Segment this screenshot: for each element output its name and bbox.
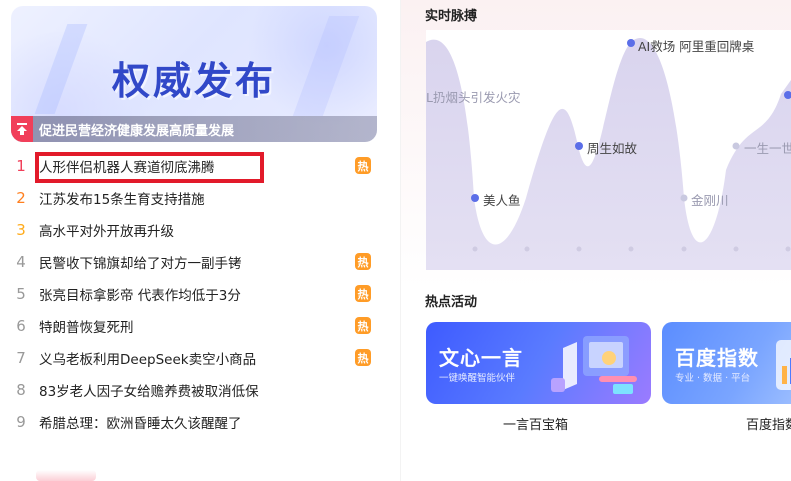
hot-list-item[interactable]: 2 江苏发布15条生育支持措施 xyxy=(10,182,374,214)
hot-item-title[interactable]: 民警收下锦旗却给了对方一副手铐 xyxy=(39,252,242,272)
hot-list-item[interactable]: 1 人形伴侣机器人赛道彻底沸腾 热 xyxy=(10,150,374,183)
hot-item-title[interactable]: 高水平对外开放再升级 xyxy=(39,220,174,240)
hot-list-item[interactable]: 5 张亮目标拿影帝 代表作均低于3分 热 xyxy=(10,278,374,310)
realtime-pulse-chart[interactable]: AI救场 阿里重回牌桌 L扔烟头引发火灾 周生如故 美人鱼 金刚川 一生一世 xyxy=(426,30,791,270)
event-card-baidu-index[interactable]: 百度指数 专业 · 数据 · 平台 xyxy=(662,322,791,404)
banner-title: 权威发布 xyxy=(111,59,276,103)
authority-release-banner[interactable]: 权威发布 促进民营经济健康发展高质量发展 xyxy=(11,6,377,142)
event-card-heading: 文心一言 xyxy=(439,346,523,370)
events-section-title: 热点活动 xyxy=(425,295,478,310)
hot-item-title[interactable]: 特朗普恢复死刑 xyxy=(39,316,134,336)
hot-badge: 热 xyxy=(355,349,371,366)
wenxin-illustration-icon xyxy=(551,336,637,394)
banner-caption-bar[interactable]: 促进民营经济健康发展高质量发展 xyxy=(11,116,377,142)
rank-number: 7 xyxy=(16,349,26,367)
rank-number: 5 xyxy=(16,285,26,303)
hot-search-panel: 权威发布 促进民营经济健康发展高质量发展 1 人形伴侣机器人赛道彻底沸腾 热 2… xyxy=(0,0,400,481)
rank-number: 8 xyxy=(16,381,26,399)
pulse-section-title: 实时脉搏 xyxy=(425,9,478,24)
hot-list-item[interactable]: 6 特朗普恢复死刑 热 xyxy=(10,310,374,342)
pulse-label[interactable]: 一生一世 xyxy=(744,138,791,157)
hot-item-title[interactable]: 83岁老人因子女给赡养费被取消低保 xyxy=(39,380,259,400)
rank-number: 3 xyxy=(16,221,26,239)
event-card-subtitle: 一键唤醒智能伙伴 xyxy=(439,373,516,384)
event-card-wenxin[interactable]: 文心一言 一键唤醒智能伙伴 xyxy=(426,322,651,404)
hot-item-title[interactable]: 希腊总理：欧洲昏睡太久该醒醒了 xyxy=(39,412,242,432)
rank-number: 6 xyxy=(16,317,26,335)
pulse-label[interactable]: L扔烟头引发火灾 xyxy=(426,87,520,106)
hot-list-item[interactable]: 4 民警收下锦旗却给了对方一副手铐 热 xyxy=(10,246,374,278)
pulse-label[interactable]: 美人鱼 xyxy=(483,190,521,209)
pulse-label[interactable]: 周生如故 xyxy=(587,138,637,157)
baidu-index-illustration-icon xyxy=(776,340,791,390)
event-caption[interactable]: 百度指数 xyxy=(746,414,791,433)
hot-badge: 热 xyxy=(355,253,371,270)
hot-list-item[interactable]: 3 高水平对外开放再升级 xyxy=(10,214,374,246)
pulse-label[interactable]: 金刚川 xyxy=(691,190,729,209)
rank-number: 4 xyxy=(16,253,26,271)
hot-badge: 热 xyxy=(355,157,371,174)
next-section-peek xyxy=(36,470,96,481)
hot-list: 1 人形伴侣机器人赛道彻底沸腾 热 2 江苏发布15条生育支持措施 3 高水平对… xyxy=(10,150,374,438)
hot-item-title[interactable]: 义乌老板利用DeepSeek卖空小商品 xyxy=(39,348,256,368)
hot-list-item[interactable]: 8 83岁老人因子女给赡养费被取消低保 xyxy=(10,374,374,406)
banner-caption: 促进民营经济健康发展高质量发展 xyxy=(39,123,235,139)
hot-item-title[interactable]: 人形伴侣机器人赛道彻底沸腾 xyxy=(39,156,215,176)
hot-item-title[interactable]: 江苏发布15条生育支持措施 xyxy=(39,188,205,208)
event-card-subtitle: 专业 · 数据 · 平台 xyxy=(675,373,751,384)
hot-list-item[interactable]: 7 义乌老板利用DeepSeek卖空小商品 热 xyxy=(10,342,374,374)
pulse-label[interactable]: AI救场 阿里重回牌桌 xyxy=(638,36,754,55)
discovery-panel: 实时脉搏 AI救场 阿里重回牌桌 L扔烟头引发火灾 周生如故 美人鱼 金刚川 一… xyxy=(401,0,791,481)
rank-number: 9 xyxy=(16,413,26,431)
event-caption[interactable]: 一言百宝箱 xyxy=(503,414,568,433)
hot-item-title[interactable]: 张亮目标拿影帝 代表作均低于3分 xyxy=(39,284,241,304)
pin-top-icon xyxy=(11,116,33,142)
rank-number: 1 xyxy=(16,157,26,175)
rank-number: 2 xyxy=(16,189,26,207)
hot-badge: 热 xyxy=(355,285,371,302)
hot-list-item[interactable]: 9 希腊总理：欧洲昏睡太久该醒醒了 xyxy=(10,406,374,438)
event-card-heading: 百度指数 xyxy=(675,346,759,370)
hot-badge: 热 xyxy=(355,317,371,334)
